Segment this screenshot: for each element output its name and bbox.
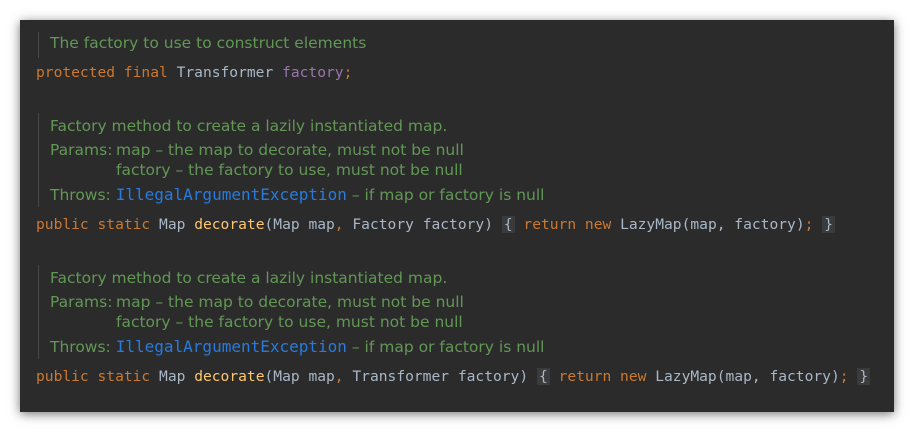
keyword: return new [558,368,647,385]
keyword: return new [523,216,612,233]
class-name: LazyMap [620,216,682,233]
javadoc-field-factory: The factory to use to construct elements [38,32,366,58]
call-args: (map, factory) [681,216,805,233]
param-name: map [308,368,335,385]
param-name: factory [422,216,485,233]
javadoc-param-factory: factory – the factory to use, must not b… [116,313,463,331]
return-type: Map [159,216,186,233]
paren: ) [484,216,494,233]
javadoc-params-label: Params: [50,293,113,311]
param-type: Factory [352,216,414,233]
javadoc-text: The factory to use to construct elements [50,34,367,52]
param-type: Map [273,216,300,233]
javadoc-params-label: Params: [50,141,113,159]
field-name: factory [282,64,344,81]
param-type: Transformer [352,368,450,385]
keyword: public static [36,368,151,385]
code-editor[interactable]: The factory to use to construct elements… [20,20,894,412]
semicolon: ; [343,64,353,81]
folded-open-brace[interactable]: { [501,216,515,233]
paren: ( [264,368,274,385]
paren: ) [519,368,529,385]
method-name: decorate [194,368,265,385]
javadoc-throws-desc: – if map or factory is null [351,338,545,356]
param-name: factory [457,368,520,385]
javadoc-param-map: map – the map to decorate, must not be n… [116,141,464,159]
code-line-decorate-transformer[interactable]: public static Map decorate(Map map, Tran… [36,368,871,385]
code-line-field-declaration[interactable]: protected final Transformer factory; [36,64,352,81]
javadoc-summary: Factory method to create a lazily instan… [50,117,448,135]
folded-close-brace[interactable]: } [857,368,871,385]
javadoc-param-factory: factory – the factory to use, must not b… [116,161,463,179]
folded-close-brace[interactable]: } [822,216,835,233]
javadoc-throws-label: Throws: [50,186,111,204]
semicolon: ; [839,368,849,385]
comma: , [334,216,344,233]
javadoc-param-map: map – the map to decorate, must not be n… [116,293,464,311]
call-args: (map, factory) [716,368,840,385]
type-name: Transformer [176,64,274,81]
method-name: decorate [194,216,265,233]
keyword: public static [36,216,151,233]
code-line-decorate-factory[interactable]: public static Map decorate(Map map, Fact… [36,216,835,233]
param-name: map [308,216,335,233]
javadoc-summary: Factory method to create a lazily instan… [50,269,448,287]
javadoc-throws-desc: – if map or factory is null [351,186,545,204]
javadoc-decorate-transformer: Factory method to create a lazily instan… [38,265,544,359]
exception-link[interactable]: IllegalArgumentException [116,185,347,204]
class-name: LazyMap [655,368,717,385]
javadoc-throws-label: Throws: [50,338,111,356]
keyword: protected final [36,64,168,81]
javadoc-decorate-factory: Factory method to create a lazily instan… [38,113,544,207]
param-type: Map [273,368,300,385]
exception-link[interactable]: IllegalArgumentException [116,337,347,356]
semicolon: ; [804,216,814,233]
folded-open-brace[interactable]: { [536,368,550,385]
paren: ( [264,216,274,233]
return-type: Map [159,368,186,385]
comma: , [334,368,344,385]
